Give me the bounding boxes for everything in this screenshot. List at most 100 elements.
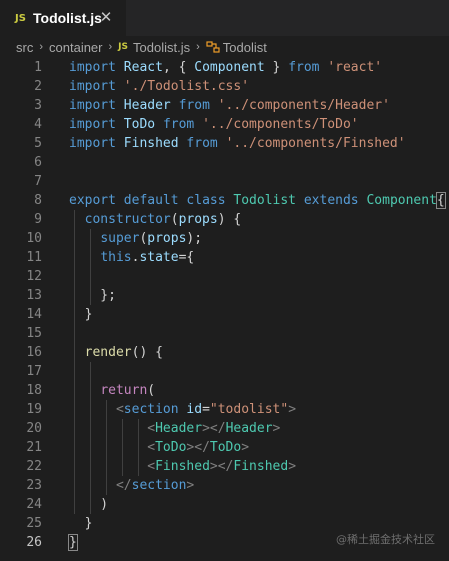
code-token: import (69, 79, 116, 94)
code-line[interactable]: 15 (0, 324, 449, 343)
close-icon[interactable]: ✕ (98, 9, 114, 25)
code-line[interactable]: 18 return( (0, 381, 449, 400)
breadcrumb-item-src[interactable]: src (16, 40, 33, 55)
line-number: 25 (26, 516, 42, 531)
code-text: <Header></Header> (69, 419, 280, 438)
code-line[interactable]: 20 <Header></Header> (0, 419, 449, 438)
breadcrumb-item-symbol[interactable]: Todolist (223, 40, 267, 55)
code-line[interactable]: 23 </section> (0, 476, 449, 495)
code-line[interactable]: 6 (0, 153, 449, 172)
line-number: 26 (26, 535, 42, 550)
code-editor[interactable]: 1 import React, { Component } from 'react… (0, 58, 449, 552)
line-number: 10 (26, 231, 42, 246)
breadcrumb-item-file[interactable]: Todolist.js (133, 40, 190, 55)
line-number: 24 (26, 497, 42, 512)
code-token: props (147, 231, 187, 246)
code-line[interactable]: 17 (0, 362, 449, 381)
line-number: 21 (26, 440, 42, 455)
code-text: import ToDo from '../components/ToDo' (69, 115, 359, 134)
code-text: constructor(props) { (69, 210, 242, 229)
code-token: Finshed (123, 136, 179, 151)
code-line[interactable]: 2 import './Todolist.css' (0, 77, 449, 96)
code-token: id (186, 402, 203, 417)
line-number: 19 (26, 402, 42, 417)
code-line[interactable]: 7 (0, 172, 449, 191)
code-text: import './Todolist.css' (69, 77, 249, 96)
code-line[interactable]: 12 (0, 267, 449, 286)
tab-title: Todolist.js (33, 10, 102, 26)
code-token: > (288, 402, 297, 417)
code-line[interactable]: 24 ) (0, 495, 449, 514)
indent-guide (90, 362, 91, 381)
code-line[interactable]: 3 import Header from '../components/Heade… (0, 96, 449, 115)
code-token: ToDo (123, 117, 156, 132)
breadcrumb-item-container[interactable]: container (49, 40, 102, 55)
line-number: 4 (34, 117, 42, 132)
line-number: 17 (26, 364, 42, 379)
code-token: } (68, 534, 78, 551)
code-text: <section id="todolist"> (69, 400, 296, 419)
code-token: Todolist (233, 193, 297, 208)
code-token: ></ (202, 421, 226, 436)
code-line[interactable]: 1 import React, { Component } from 'react… (0, 58, 449, 77)
code-token: ToDo (209, 440, 242, 455)
code-token: > (272, 421, 281, 436)
code-token: Header (123, 98, 171, 113)
code-token: import (69, 98, 116, 113)
code-token: Finshed (155, 459, 210, 474)
line-number: 6 (34, 155, 42, 170)
code-line[interactable]: 22 <Finshed></Finshed> (0, 457, 449, 476)
code-token: props (178, 212, 218, 227)
code-text: super(props); (69, 229, 202, 248)
code-line[interactable]: 11 this.state={ (0, 248, 449, 267)
javascript-file-icon: JS (15, 12, 26, 24)
code-token: import (69, 60, 116, 75)
code-token: , { (162, 60, 195, 75)
code-token: './Todolist.css' (123, 79, 250, 94)
code-token: this (100, 250, 132, 265)
code-line[interactable]: 19 <section id="todolist"> (0, 400, 449, 419)
code-line[interactable]: 10 super(props); (0, 229, 449, 248)
code-token: Component (194, 60, 265, 75)
code-token: "todolist" (209, 402, 289, 417)
line-number: 20 (26, 421, 42, 436)
code-line[interactable]: 16 render() { (0, 343, 449, 362)
code-token: render (84, 345, 132, 360)
code-text: import React, { Component } from 'react' (69, 58, 382, 77)
code-line[interactable]: 13 }; (0, 286, 449, 305)
line-number: 3 (34, 98, 42, 113)
code-token: ={ (178, 250, 195, 265)
line-number: 2 (34, 79, 42, 94)
code-line[interactable]: 9 constructor(props) { (0, 210, 449, 229)
code-text: return( (69, 381, 155, 400)
code-token: from (178, 98, 210, 113)
code-line[interactable]: 5 import Finshed from '../components/Fins… (0, 134, 449, 153)
code-text: </section> (69, 476, 194, 495)
code-token: '../components/Header' (217, 98, 390, 113)
code-line[interactable]: 21 <ToDo></ToDo> (0, 438, 449, 457)
breadcrumb: src › container › JS Todolist.js › Todol… (0, 36, 449, 58)
chevron-right-icon: › (196, 41, 200, 53)
code-token: state (139, 250, 179, 265)
indent-guide (74, 362, 75, 381)
code-line[interactable]: 8 export default class Todolist extends C… (0, 191, 449, 210)
tab-todolist-js[interactable]: JS Todolist.js ✕ (0, 0, 126, 36)
indent-guide (90, 267, 91, 286)
line-number: 14 (26, 307, 42, 322)
code-line[interactable]: 4 import ToDo from '../components/ToDo' (0, 115, 449, 134)
code-line[interactable]: 14 } (0, 305, 449, 324)
text-cursor (76, 534, 78, 551)
code-token: '../components/ToDo' (202, 117, 359, 132)
